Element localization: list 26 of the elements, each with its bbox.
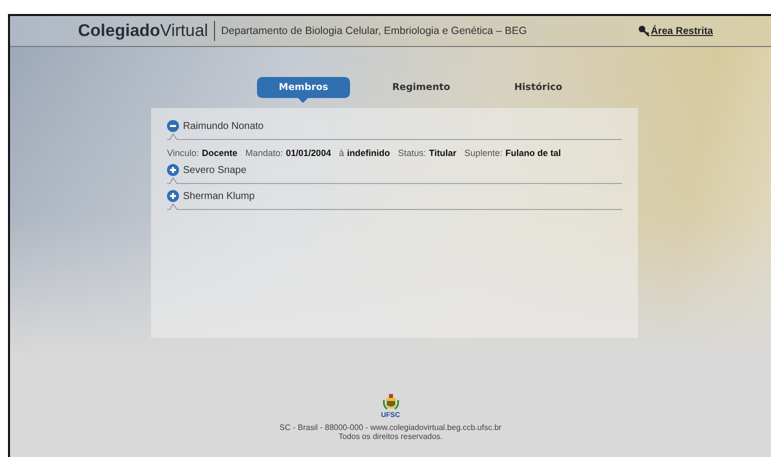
field-label: Mandato: (245, 148, 283, 158)
footer-copyright: Todos os direitos reservados. (338, 432, 443, 441)
restricted-area-link[interactable]: Área Restrita (650, 26, 713, 36)
tab[interactable]: Regimento (370, 77, 472, 98)
field-value: Fulano de tal (505, 148, 561, 158)
field-label: Suplente: (464, 148, 502, 158)
field-value: Titular (428, 148, 456, 158)
footer-address: SC - Brasil - 88000-000 - www.colegiadovirtual.beg.ccb.ufsc.br (280, 423, 502, 432)
expand-icon[interactable] (167, 164, 179, 176)
field-value: 01/01/2004 (286, 148, 331, 158)
field-label: Status: (398, 148, 426, 158)
key-icon (638, 25, 651, 37)
collapse-icon[interactable] (167, 120, 179, 132)
expand-icon[interactable] (167, 190, 179, 202)
member-name[interactable]: Raimundo Nonato (183, 120, 264, 132)
member-name[interactable]: Sherman Klump (183, 190, 255, 202)
site-logo: ColegiadoVirtual (78, 21, 216, 41)
department-name: Departamento de Biologia Celular, Embriologia e Genética – BEG (221, 25, 527, 37)
tab-pointer (298, 98, 308, 103)
field-value: Docente (202, 148, 238, 158)
tab[interactable]: Histórico (492, 77, 584, 98)
field-label: à (338, 148, 344, 158)
member-name[interactable]: Severo Snape (183, 164, 246, 176)
field-value: indefinido (346, 148, 390, 158)
field-label: Vinculo: (167, 148, 199, 158)
university-crest-drawing (382, 394, 398, 412)
